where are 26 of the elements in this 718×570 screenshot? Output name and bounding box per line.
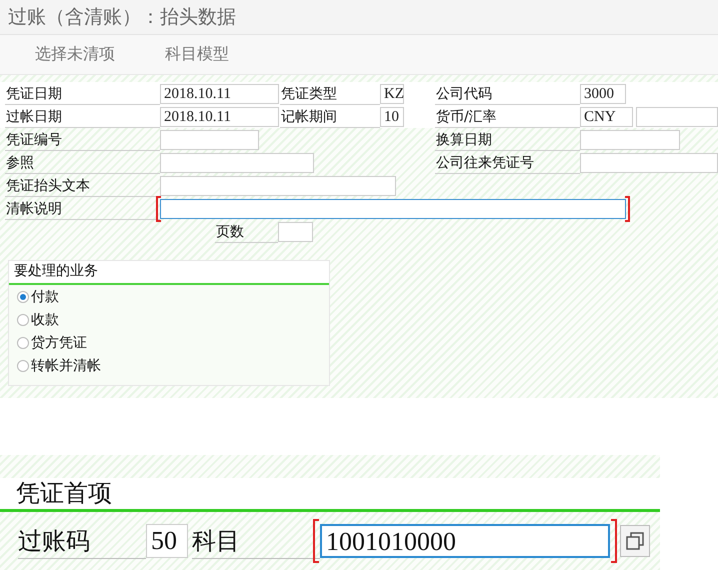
- input-field[interactable]: [160, 152, 314, 172]
- radio-option[interactable]: 付款: [9, 285, 65, 308]
- toolbar-button[interactable]: 选择未清项: [35, 42, 115, 67]
- window-title: 过账（含清账）：抬头数据: [0, 0, 718, 35]
- input-field[interactable]: [580, 130, 680, 150]
- input-field[interactable]: [160, 176, 396, 196]
- input-field[interactable]: CNY: [580, 106, 633, 126]
- input-field[interactable]: [580, 152, 718, 172]
- group-title: 要处理的业务: [9, 261, 329, 285]
- radio-option[interactable]: 转帐并清帐: [9, 354, 107, 377]
- input-field[interactable]: 3000: [580, 84, 626, 104]
- input-field[interactable]: 10: [380, 106, 404, 126]
- input-field[interactable]: 2018.10.11: [160, 106, 279, 126]
- radio-option[interactable]: 贷方凭证: [9, 331, 93, 354]
- input-field[interactable]: 2018.10.11: [160, 84, 279, 104]
- toolbar-button[interactable]: 科目模型: [165, 42, 229, 67]
- input-field[interactable]: [278, 222, 313, 242]
- input-field[interactable]: 50: [146, 524, 188, 558]
- input-field[interactable]: KZ: [380, 84, 404, 104]
- section-title: 凭证首项: [0, 478, 660, 512]
- copy-icon: [625, 531, 645, 551]
- radio-option[interactable]: 收款: [9, 308, 65, 331]
- value-help-button[interactable]: [620, 525, 650, 557]
- input-field[interactable]: [160, 130, 259, 150]
- input-field[interactable]: [156, 196, 630, 222]
- input-field[interactable]: [636, 106, 718, 126]
